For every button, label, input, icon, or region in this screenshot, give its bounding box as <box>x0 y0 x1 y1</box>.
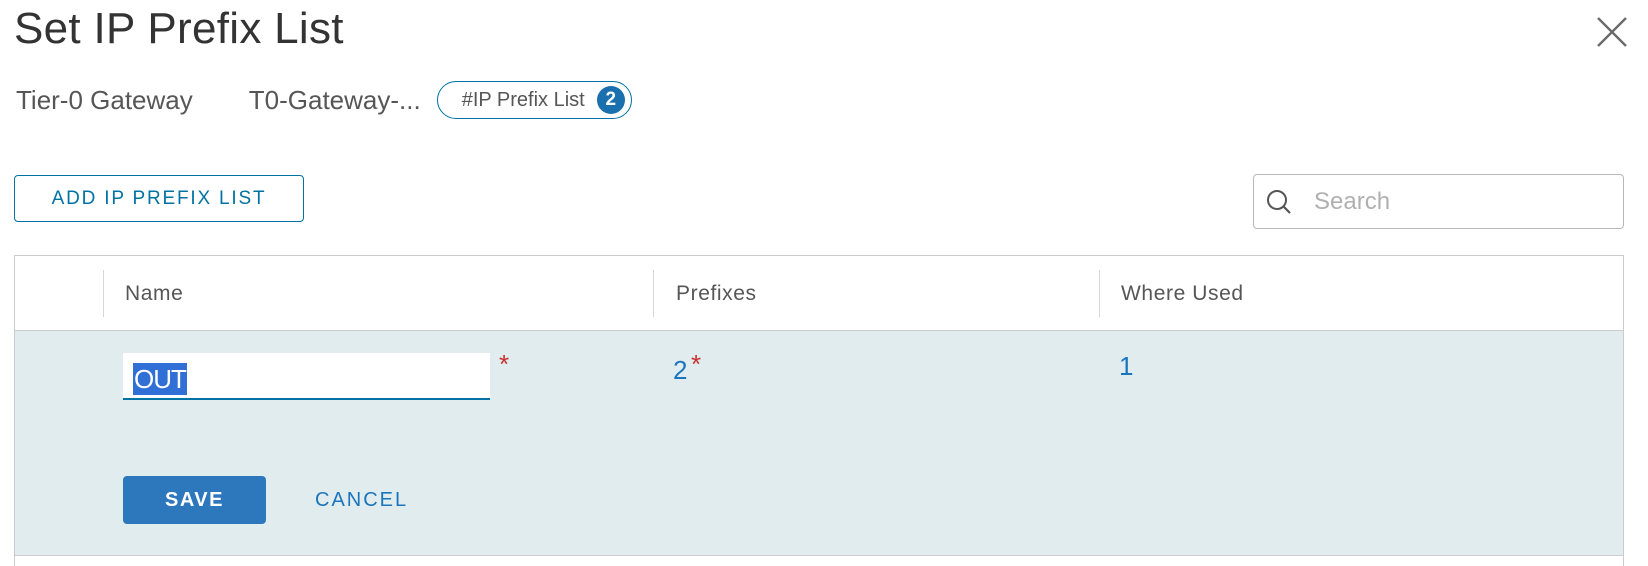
dialog-title: Set IP Prefix List <box>14 4 344 53</box>
column-separator <box>103 270 104 317</box>
grid-header: Name Prefixes Where Used <box>15 256 1623 331</box>
column-separator <box>653 270 654 317</box>
add-ip-prefix-list-button[interactable]: ADD IP PREFIX LIST <box>14 175 304 222</box>
prefixes-required-marker: * <box>691 349 702 379</box>
context-row: Tier-0 Gateway T0-Gateway-... #IP Prefix… <box>16 80 632 120</box>
search-box[interactable] <box>1253 174 1624 229</box>
name-field[interactable]: OUT <box>123 353 490 400</box>
prefixes-count-link[interactable]: 2 <box>673 355 687 386</box>
where-used-count-link[interactable]: 1 <box>1119 351 1133 382</box>
column-separator <box>1099 270 1100 317</box>
search-input[interactable] <box>1312 186 1616 217</box>
name-field-value: OUT <box>133 362 187 395</box>
ip-prefix-list-chip[interactable]: #IP Prefix List 2 <box>436 81 632 119</box>
name-required-marker: * <box>499 349 510 379</box>
close-icon[interactable] <box>1594 14 1630 50</box>
edit-row: OUT * 2 * 1 SAVE CANCEL <box>15 331 1623 556</box>
search-icon <box>1267 189 1291 214</box>
ip-prefix-list-grid: Name Prefixes Where Used OUT * 2 * 1 SAV… <box>14 255 1624 566</box>
gateway-name: T0-Gateway-... <box>248 84 421 115</box>
set-ip-prefix-list-dialog: Set IP Prefix List Tier-0 Gateway T0-Gat… <box>0 0 1648 566</box>
column-header-prefixes[interactable]: Prefixes <box>676 282 757 306</box>
cancel-button[interactable]: CANCEL <box>315 476 408 524</box>
save-button[interactable]: SAVE <box>123 476 266 524</box>
chip-count-badge: 2 <box>596 86 625 114</box>
column-header-name[interactable]: Name <box>125 282 183 306</box>
chip-label: #IP Prefix List <box>461 88 585 111</box>
gateway-type-label: Tier-0 Gateway <box>16 84 193 115</box>
column-header-where-used[interactable]: Where Used <box>1121 282 1244 306</box>
